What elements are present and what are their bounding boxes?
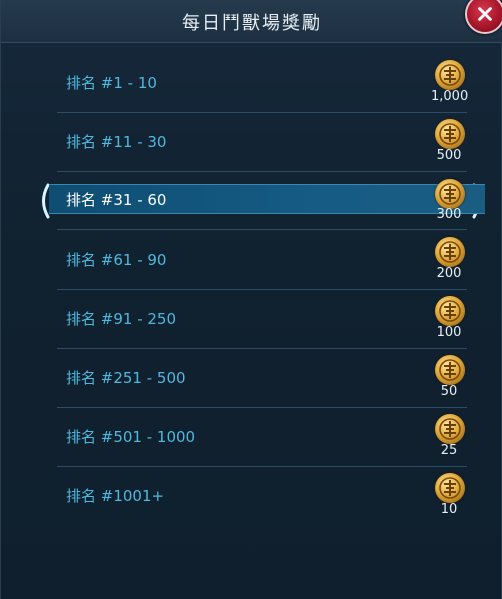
rank-label: 排名 #11 - 30	[66, 133, 167, 151]
rank-label: 排名 #501 - 1000	[66, 428, 196, 446]
arena-coin-icon	[435, 119, 465, 149]
arena-coin-icon	[435, 473, 465, 503]
reward-row-5[interactable]: 排名 #91 - 250 100	[57, 291, 467, 349]
arena-coin-icon	[435, 414, 465, 444]
reward-amount: 10	[440, 502, 458, 517]
title-bar: 每日鬥獸場獎勵	[1, 0, 502, 43]
arena-coin-icon	[435, 237, 465, 267]
reward-row-1[interactable]: 排名 #1 - 10 1,000	[57, 55, 469, 113]
window-title: 每日鬥獸場獎勵	[182, 13, 322, 34]
arena-coin-icon	[435, 355, 465, 385]
reward-amount: 1,000	[431, 89, 469, 104]
rank-label: 排名 #1001+	[66, 487, 165, 505]
reward-row-2[interactable]: 排名 #11 - 30 500	[57, 114, 467, 172]
reward-row-8[interactable]: 排名 #1001+ 10	[57, 468, 467, 526]
reward-amount: 100	[436, 325, 462, 340]
reward-row-4[interactable]: 排名 #61 - 90 200	[57, 232, 467, 290]
reward-amount: 25	[440, 443, 458, 458]
reward-row-7[interactable]: 排名 #501 - 1000 25	[57, 409, 467, 467]
close-icon	[478, 7, 492, 21]
arena-coin-icon	[435, 296, 465, 326]
reward-row-3-divider	[57, 173, 467, 230]
rank-label: 排名 #91 - 250	[66, 310, 177, 328]
reward-row-6[interactable]: 排名 #251 - 500 50	[57, 350, 467, 408]
reward-panel: 每日鬥獸場獎勵 排名 #1 - 10 1,000 排名 #11 - 30 500…	[0, 0, 502, 599]
rank-label: 排名 #251 - 500	[66, 369, 186, 387]
rank-label: 排名 #1 - 10	[66, 74, 157, 92]
rank-label: 排名 #61 - 90	[66, 251, 167, 269]
arena-coin-icon	[435, 60, 465, 90]
reward-amount: 500	[436, 148, 462, 163]
reward-amount: 50	[440, 384, 458, 399]
reward-amount: 200	[436, 266, 462, 281]
